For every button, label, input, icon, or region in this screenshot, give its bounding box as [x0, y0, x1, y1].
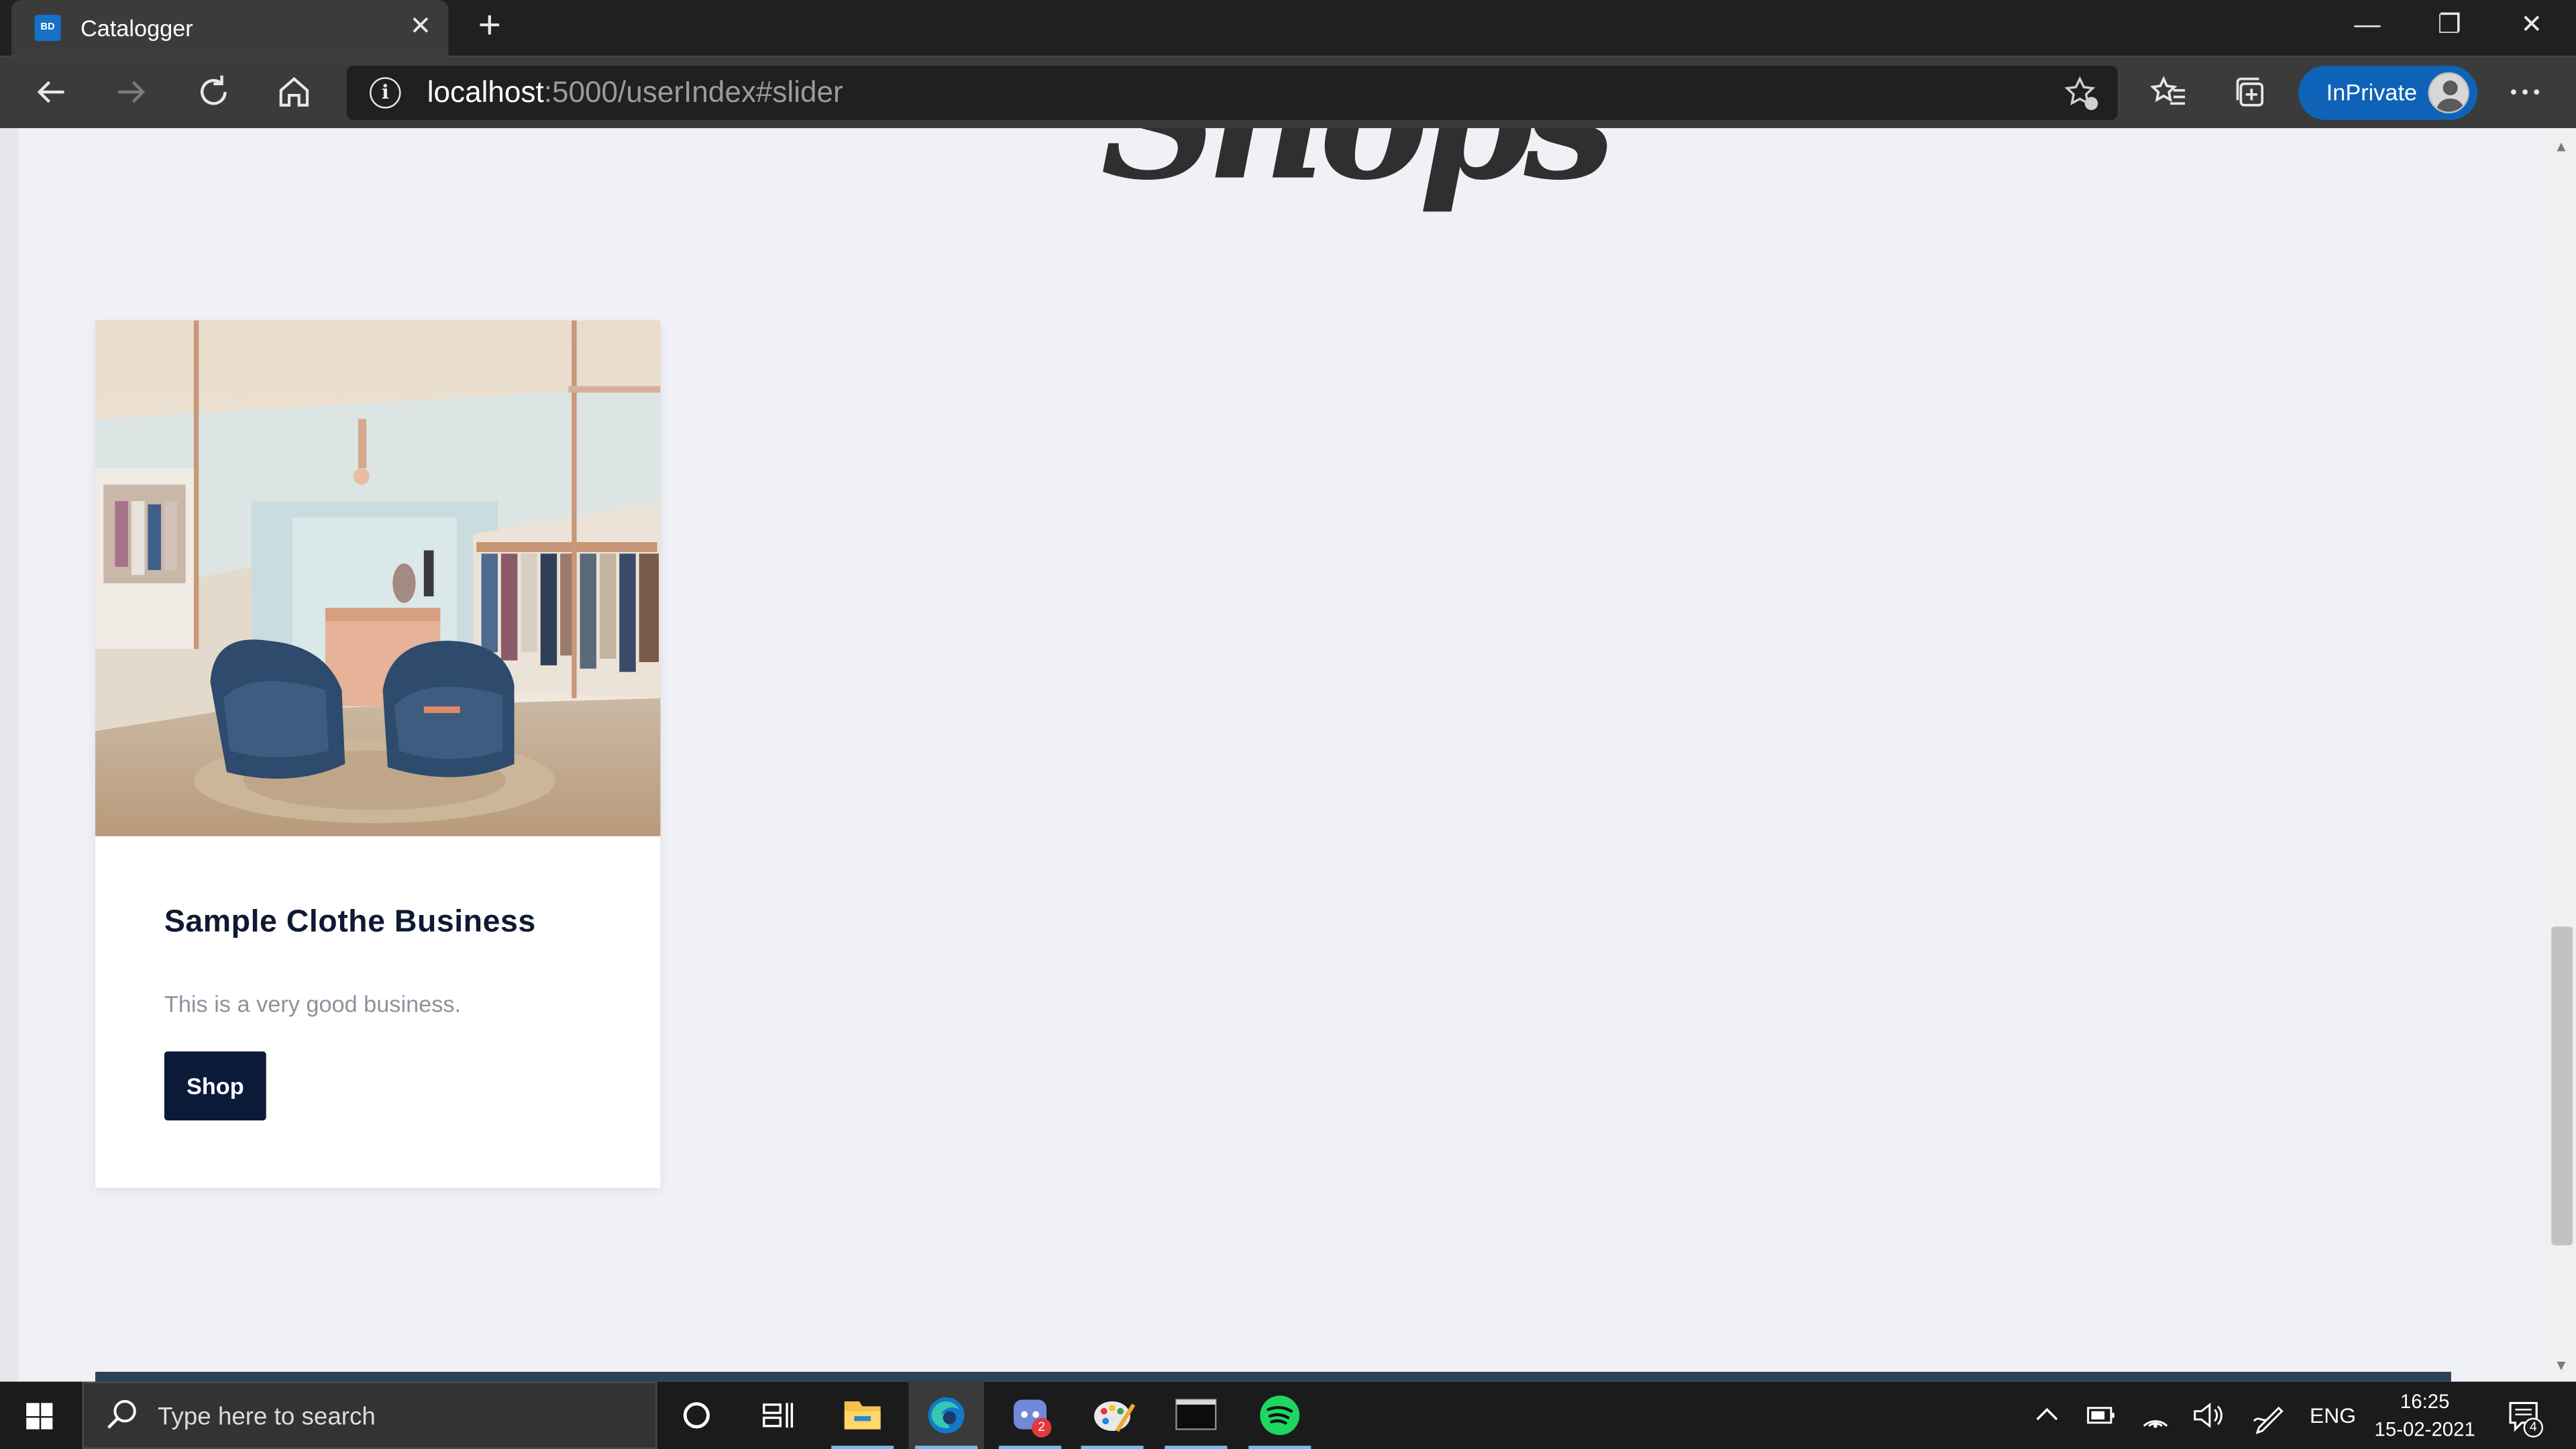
arrow-left-icon	[37, 80, 64, 103]
volume-button[interactable]	[2188, 1382, 2228, 1449]
search-placeholder: Type here to search	[158, 1403, 376, 1432]
file-explorer-icon	[844, 1401, 881, 1430]
discord-badge: 2	[1031, 1417, 1052, 1438]
collections-icon	[2236, 77, 2264, 107]
section-heading: Shops	[1101, 128, 1617, 210]
paint-icon	[1094, 1401, 1136, 1432]
collections-button[interactable]	[2226, 69, 2275, 115]
wifi-icon	[2143, 1420, 2168, 1428]
discord-button[interactable]: 2	[992, 1382, 1068, 1449]
minimize-button[interactable]: —	[2326, 0, 2408, 56]
browser-tab[interactable]: BD Catalogger ✕	[11, 0, 449, 56]
scroll-up-icon[interactable]: ▲	[2546, 135, 2576, 158]
running-indicator	[1248, 1446, 1311, 1449]
battery-icon	[2087, 1407, 2114, 1424]
cortana-button[interactable]	[659, 1382, 735, 1449]
windows-logo-icon	[26, 1403, 53, 1430]
cortana-icon	[683, 1402, 710, 1429]
close-tab-icon[interactable]: ✕	[406, 13, 435, 43]
tab-title: Catalogger	[80, 15, 193, 42]
close-window-button[interactable]: ✕	[2491, 0, 2573, 56]
battery-button[interactable]	[2082, 1382, 2121, 1449]
profile-avatar-icon	[2428, 72, 2469, 113]
spotify-icon	[1260, 1395, 1300, 1436]
address-bar[interactable]: i localhost:5000/userIndex#slider	[346, 65, 2118, 120]
home-button[interactable]	[270, 69, 319, 115]
browser-toolbar: i localhost:5000/userIndex#slider InPriv…	[0, 56, 2576, 129]
chevron-up-icon	[2036, 1407, 2058, 1421]
paint-button[interactable]	[1075, 1382, 1150, 1449]
inprivate-button[interactable]: InPrivate	[2298, 65, 2478, 120]
info-icon[interactable]: i	[370, 77, 401, 109]
tab-strip: BD Catalogger ✕ + — ❐ ✕	[0, 0, 2576, 56]
clock-time: 16:25	[2400, 1389, 2450, 1413]
shop-title: Sample Clothe Business	[164, 905, 536, 940]
network-button[interactable]	[2136, 1382, 2176, 1449]
discord-icon	[1014, 1399, 1047, 1430]
favorites-icon	[2150, 76, 2186, 105]
volume-icon	[2194, 1402, 2222, 1428]
start-button[interactable]	[0, 1382, 79, 1449]
settings-menu-button[interactable]	[2500, 69, 2549, 115]
taskbar-clock[interactable]: 16:25 15-02-2021	[2366, 1388, 2484, 1444]
page-left-edge	[0, 128, 18, 1382]
show-hidden-icons-button[interactable]	[2027, 1382, 2067, 1449]
notification-icon	[2509, 1401, 2538, 1432]
task-view-button[interactable]	[739, 1382, 815, 1449]
forward-button[interactable]	[107, 69, 156, 115]
url-host: localhost	[427, 75, 544, 109]
pen-icon	[2253, 1406, 2284, 1434]
running-indicator	[831, 1446, 894, 1449]
add-favorite-button[interactable]	[2061, 74, 2101, 113]
task-view-icon	[763, 1403, 794, 1428]
new-tab-button[interactable]: +	[470, 6, 509, 46]
search-icon	[107, 1400, 136, 1429]
page-scrollbar[interactable]: ▲ ▼	[2546, 128, 2576, 1382]
file-explorer-button[interactable]	[824, 1382, 900, 1449]
restore-button[interactable]: ❐	[2408, 0, 2490, 56]
running-indicator	[1165, 1446, 1228, 1449]
pen-workspace-button[interactable]	[2247, 1382, 2290, 1449]
notifications-button[interactable]: 4	[2497, 1382, 2553, 1449]
inprivate-label: InPrivate	[2326, 78, 2418, 105]
edge-button[interactable]	[908, 1381, 984, 1449]
shop-card: Sample Clothe Business This is a very go…	[95, 320, 661, 1188]
footer-band	[95, 1371, 2451, 1382]
running-indicator	[915, 1446, 978, 1449]
address-url[interactable]: localhost:5000/userIndex#slider	[427, 76, 843, 110]
url-path: :5000/userIndex#slider	[543, 75, 843, 109]
spotify-button[interactable]	[1242, 1382, 1318, 1449]
running-indicator	[1081, 1446, 1144, 1449]
shop-description: This is a very good business.	[164, 990, 462, 1017]
input-language[interactable]: ENG	[2303, 1382, 2362, 1449]
taskbar-search-box[interactable]: Type here to search	[82, 1381, 657, 1449]
back-button[interactable]	[26, 69, 75, 115]
scroll-thumb[interactable]	[2551, 926, 2573, 1246]
refresh-icon	[201, 75, 227, 105]
running-indicator	[998, 1446, 1062, 1449]
notifications-badge: 4	[2523, 1417, 2544, 1438]
page-content: Shops	[0, 128, 2576, 1382]
windows-taskbar: Type here to search 2 ENG 16:25 15-02-20…	[0, 1381, 2576, 1449]
shop-button[interactable]: Shop	[164, 1051, 266, 1121]
scroll-down-icon[interactable]: ▼	[2546, 1354, 2576, 1377]
terminal-button[interactable]	[1159, 1382, 1234, 1449]
site-favicon: BD	[34, 15, 61, 42]
ellipsis-icon	[2511, 89, 2540, 95]
edge-icon	[928, 1397, 965, 1434]
arrow-right-icon	[118, 80, 146, 103]
favorites-button[interactable]	[2144, 69, 2193, 115]
refresh-button[interactable]	[189, 69, 238, 115]
clock-date: 15-02-2021	[2374, 1417, 2475, 1441]
shop-image	[95, 320, 661, 837]
home-icon	[279, 76, 309, 107]
terminal-icon	[1175, 1399, 1217, 1430]
star-plus-icon	[2064, 76, 2098, 111]
